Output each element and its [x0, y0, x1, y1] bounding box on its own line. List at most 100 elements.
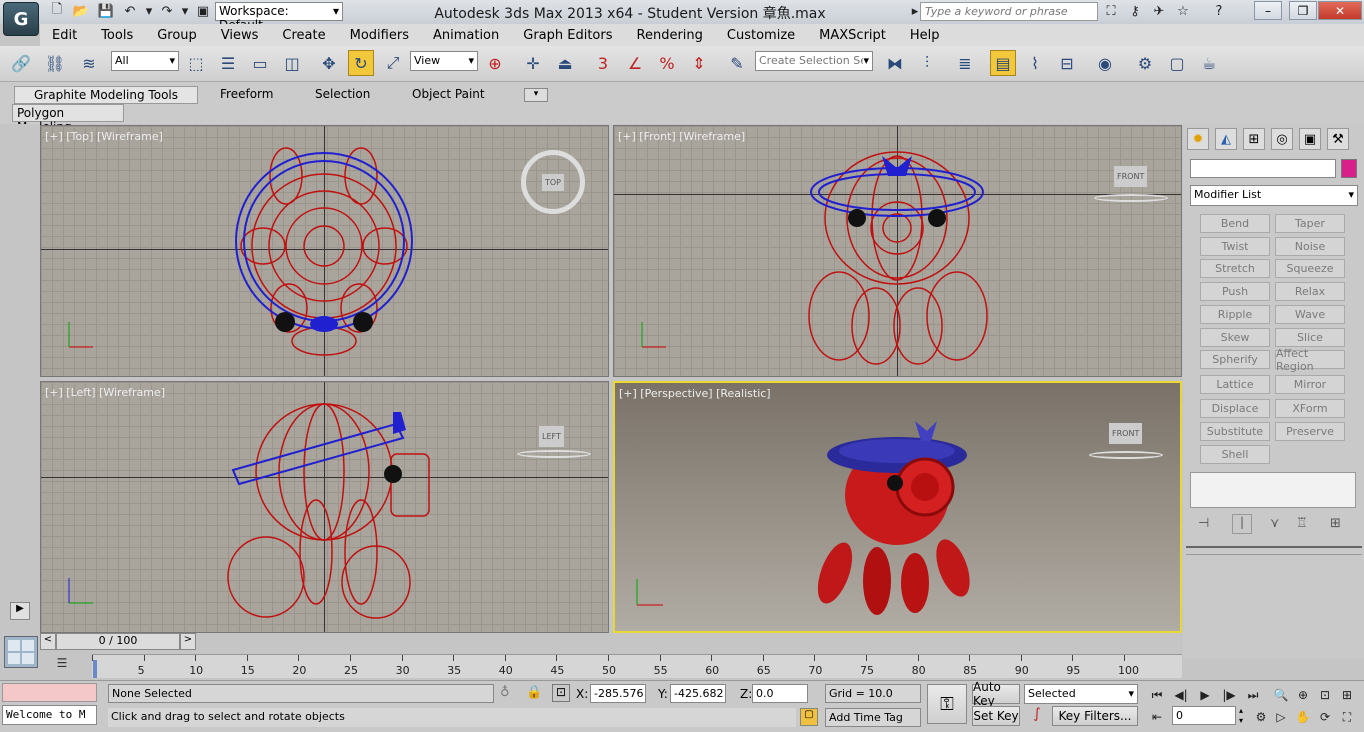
tab-object-paint[interactable]: Object Paint [402, 86, 495, 104]
hold-icon[interactable]: ▣ [194, 3, 212, 19]
angle-snap-icon[interactable]: ∠ [622, 50, 648, 76]
pan-hand-icon[interactable]: ✋ [1292, 708, 1314, 726]
modifier-button[interactable]: Push [1200, 282, 1270, 301]
viewport-label[interactable]: [+] [Perspective] [Realistic] [619, 387, 771, 400]
snaps-toggle-icon[interactable]: 3 [590, 50, 616, 76]
y-coordinate-field[interactable]: -425.682 [670, 684, 726, 703]
field-of-view-icon[interactable]: ▷ [1270, 708, 1292, 726]
modifier-button[interactable]: Taper [1275, 214, 1345, 233]
select-and-rotate-icon[interactable]: ↻ [348, 50, 374, 76]
frame-spinner-icon[interactable]: ▴ ▾ [1236, 706, 1246, 726]
go-to-start-icon[interactable]: ⏮ [1146, 686, 1168, 704]
render-teapot-icon[interactable]: ☕ [1196, 50, 1222, 76]
modifier-list-dropdown[interactable]: Modifier List ▾ [1190, 185, 1358, 206]
modifier-button[interactable]: Ripple [1200, 305, 1270, 324]
menu-help[interactable]: Help [898, 28, 952, 43]
modifier-button[interactable]: Noise [1275, 237, 1345, 256]
panel-polygon-modeling[interactable]: Polygon Modeling [12, 104, 124, 134]
remove-modifier-icon[interactable]: ♖ [1296, 516, 1308, 531]
reference-coordinate-dropdown[interactable]: View ▾ [410, 51, 478, 71]
hierarchy-tab-icon[interactable]: ⊞ [1243, 128, 1265, 150]
modifier-button[interactable]: Stretch [1200, 259, 1270, 278]
menu-views[interactable]: Views [209, 28, 271, 43]
show-end-result-icon[interactable]: | [1232, 514, 1252, 534]
zoom-all-icon[interactable]: ⊕ [1292, 686, 1314, 704]
modifier-button[interactable]: Slice [1275, 328, 1345, 347]
select-and-link-icon[interactable]: 🔗 [8, 50, 34, 76]
graphite-toggle-icon[interactable]: ▤ [990, 50, 1016, 76]
make-unique-icon[interactable]: ⋎ [1270, 516, 1280, 531]
save-icon[interactable]: 💾 [97, 3, 115, 19]
modifier-stack-list[interactable] [1190, 472, 1356, 508]
modifier-button[interactable]: Spherify [1200, 350, 1270, 369]
redo-icon[interactable]: ↷ [158, 3, 176, 19]
viewport-layout-icon[interactable] [4, 636, 38, 668]
maxscript-mini-listener[interactable]: Welcome to M [2, 705, 97, 725]
redo-dropdown-icon[interactable]: ▾ [176, 3, 194, 19]
menu-rendering[interactable]: Rendering [625, 28, 715, 43]
go-to-end-icon[interactable]: ⏭ [1242, 686, 1264, 704]
modifier-button[interactable]: Wave [1275, 305, 1345, 324]
select-object-icon[interactable]: ⬚ [183, 50, 209, 76]
select-and-scale-icon[interactable]: ⤢ [380, 50, 406, 76]
maxscript-listener-pink[interactable] [2, 683, 97, 702]
modifier-button[interactable]: Displace [1200, 399, 1270, 418]
trackbar-toggle-icon[interactable]: ☰ [52, 656, 72, 672]
viewport-left[interactable]: [+] [Left] [Wireframe] LEFT [40, 381, 609, 633]
align-icon[interactable]: ⫶ [914, 50, 940, 76]
pivot-center-icon[interactable]: ⊕ [482, 50, 508, 76]
communication-center-icon[interactable]: ✈ [1150, 3, 1168, 19]
new-file-icon[interactable]: 🗋 [48, 2, 66, 19]
subscription-key-icon[interactable]: ⚷ [1126, 3, 1144, 19]
create-tab-icon[interactable]: ✹ [1187, 128, 1209, 150]
material-editor-icon[interactable]: ◉ [1092, 50, 1118, 76]
menu-tools[interactable]: Tools [89, 28, 145, 43]
tab-graphite-modeling-tools[interactable]: Graphite Modeling Tools [14, 86, 198, 104]
key-filters-button[interactable]: Key Filters... [1052, 706, 1138, 726]
select-and-manipulate-icon[interactable]: ✛ [520, 50, 546, 76]
modifier-button[interactable]: Bend [1200, 214, 1270, 233]
modifier-button[interactable]: Preserve [1275, 422, 1345, 441]
selection-lock-icon[interactable]: 🔒 [526, 685, 542, 700]
viewcube[interactable]: TOP [521, 150, 585, 214]
menu-modifiers[interactable]: Modifiers [338, 28, 421, 43]
utilities-tab-icon[interactable]: ⚒ [1327, 128, 1349, 150]
pin-stack-icon[interactable]: ⊣ [1198, 516, 1209, 531]
undo-dropdown-icon[interactable]: ▾ [140, 3, 158, 19]
select-and-move-icon[interactable]: ✥ [316, 50, 342, 76]
edit-named-selection-icon[interactable]: ✎ [724, 50, 750, 76]
modifier-button[interactable]: Squeeze [1275, 259, 1345, 278]
curve-editor-icon[interactable]: ⌇ [1022, 50, 1048, 76]
modifier-button[interactable]: Lattice [1200, 375, 1270, 394]
menu-graph-editors[interactable]: Graph Editors [511, 28, 624, 43]
viewcube[interactable]: LEFT [517, 426, 591, 462]
isolate-selection-icon[interactable]: ♁ [500, 685, 510, 700]
set-key-button[interactable]: Set Key [972, 706, 1020, 726]
set-keys-key-icon[interactable]: ⚿ [927, 684, 967, 724]
viewport-label[interactable]: [+] [Left] [Wireframe] [45, 386, 165, 399]
close-button[interactable]: ✕ [1318, 1, 1362, 20]
window-crossing-icon[interactable]: ◫ [279, 50, 305, 76]
render-setup-icon[interactable]: ⚙ [1132, 50, 1158, 76]
minimize-button[interactable]: – [1254, 1, 1282, 20]
rendered-frame-window-icon[interactable]: ▢ [1164, 50, 1190, 76]
favorites-star-icon[interactable]: ☆ [1174, 3, 1192, 19]
ribbon-options-icon[interactable]: ▾ [524, 88, 548, 102]
spinner-snap-icon[interactable]: ⇕ [686, 50, 712, 76]
z-coordinate-field[interactable]: 0.0 [752, 684, 808, 703]
unlink-icon[interactable]: ⛓ [42, 50, 68, 76]
x-coordinate-field[interactable]: -285.576 [590, 684, 646, 703]
time-prev-icon[interactable]: < [40, 633, 56, 650]
open-file-icon[interactable]: 📂 [72, 3, 90, 19]
configure-modifier-sets-icon[interactable]: ⊞ [1330, 516, 1341, 531]
layer-manager-icon[interactable]: ≣ [952, 50, 978, 76]
app-logo-button[interactable]: G [3, 2, 39, 36]
maximize-viewport-icon[interactable]: ⛶ [1336, 708, 1358, 726]
menu-customize[interactable]: Customize [715, 28, 807, 43]
play-icon[interactable]: ▶ [1194, 686, 1216, 704]
modifier-button[interactable]: Skew [1200, 328, 1270, 347]
tab-selection[interactable]: Selection [305, 86, 380, 104]
workspace-dropdown[interactable]: Workspace: Default ▾ [215, 2, 343, 32]
time-next-icon[interactable]: > [180, 633, 196, 650]
tab-freeform[interactable]: Freeform [210, 86, 283, 104]
